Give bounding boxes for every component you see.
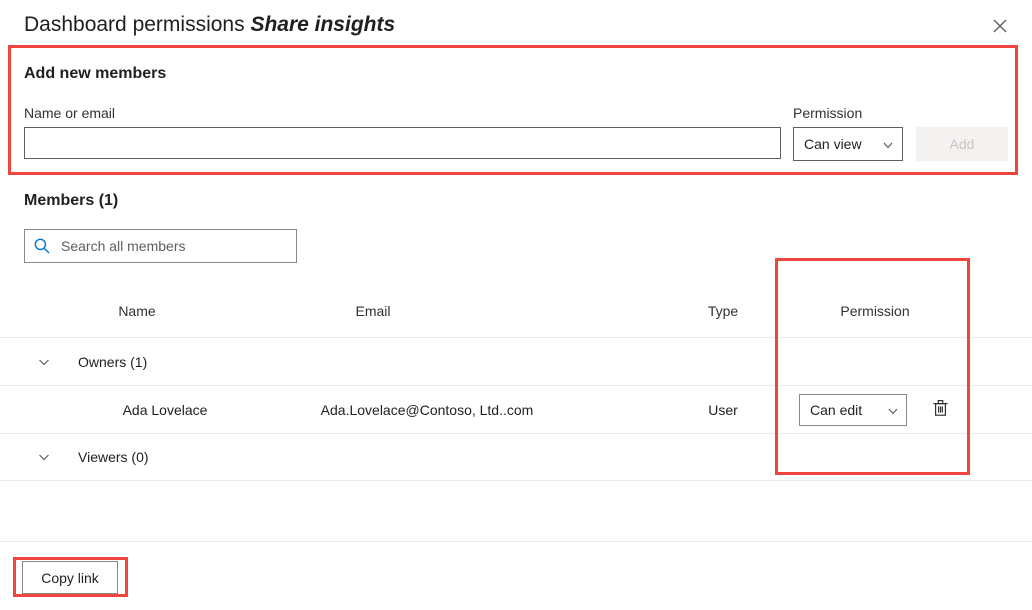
column-header-permission: Permission <box>840 303 910 319</box>
add-new-members-heading: Add new members <box>24 65 167 82</box>
remove-member-button[interactable] <box>925 395 955 425</box>
member-permission-dropdown[interactable]: Can edit <box>799 393 907 426</box>
members-heading: Members (1) <box>24 192 119 209</box>
group-row-viewers[interactable]: Viewers (0) <box>0 433 1032 481</box>
group-label-owners: Owners (1) <box>78 353 148 370</box>
name-or-email-input[interactable] <box>24 127 781 159</box>
member-permission-value: Can edit <box>810 401 863 418</box>
members-table: Name Email Type Permission Owners (1) Ad… <box>0 295 1032 481</box>
footer-divider <box>0 541 1032 542</box>
copy-link-button[interactable]: Copy link <box>22 561 118 594</box>
add-permission-label: Permission <box>793 105 863 121</box>
trash-icon <box>932 399 949 420</box>
chevron-down-icon[interactable] <box>36 449 52 465</box>
name-or-email-label: Name or email <box>24 105 116 121</box>
add-permission-dropdown[interactable]: Can view <box>793 127 903 161</box>
group-row-owners[interactable]: Owners (1) <box>0 337 1032 385</box>
column-header-email: Email <box>355 303 391 319</box>
column-header-type: Type <box>707 303 739 319</box>
member-name: Ada Lovelace <box>122 401 208 418</box>
close-dialog-button[interactable] <box>984 10 1016 42</box>
add-new-members-section: Add new members Name or email Permission… <box>0 45 1032 175</box>
chevron-down-icon <box>887 404 899 416</box>
members-table-header: Name Email Type Permission <box>0 295 1032 337</box>
add-member-button[interactable]: Add <box>916 127 1008 161</box>
close-icon <box>993 19 1007 33</box>
member-type: User <box>708 401 738 418</box>
chevron-down-icon[interactable] <box>36 354 52 370</box>
add-permission-value: Can view <box>804 136 862 152</box>
page-title-app-name: Share insights <box>250 13 396 36</box>
member-email: Ada.Lovelace@Contoso, Ltd..com <box>320 401 534 418</box>
search-members-input[interactable] <box>59 230 296 262</box>
share-insights-dialog: Dashboard permissions Share insights Add… <box>0 0 1032 610</box>
page-title: Dashboard permissions Share insights <box>24 11 395 39</box>
group-label-viewers: Viewers (0) <box>78 449 149 465</box>
search-icon <box>33 237 51 255</box>
search-members-box[interactable] <box>24 229 297 263</box>
column-header-name: Name <box>118 303 156 319</box>
table-row[interactable]: Ada Lovelace Ada.Lovelace@Contoso, Ltd..… <box>0 385 1032 433</box>
page-title-main: Dashboard permissions <box>24 13 251 36</box>
chevron-down-icon <box>882 138 894 150</box>
